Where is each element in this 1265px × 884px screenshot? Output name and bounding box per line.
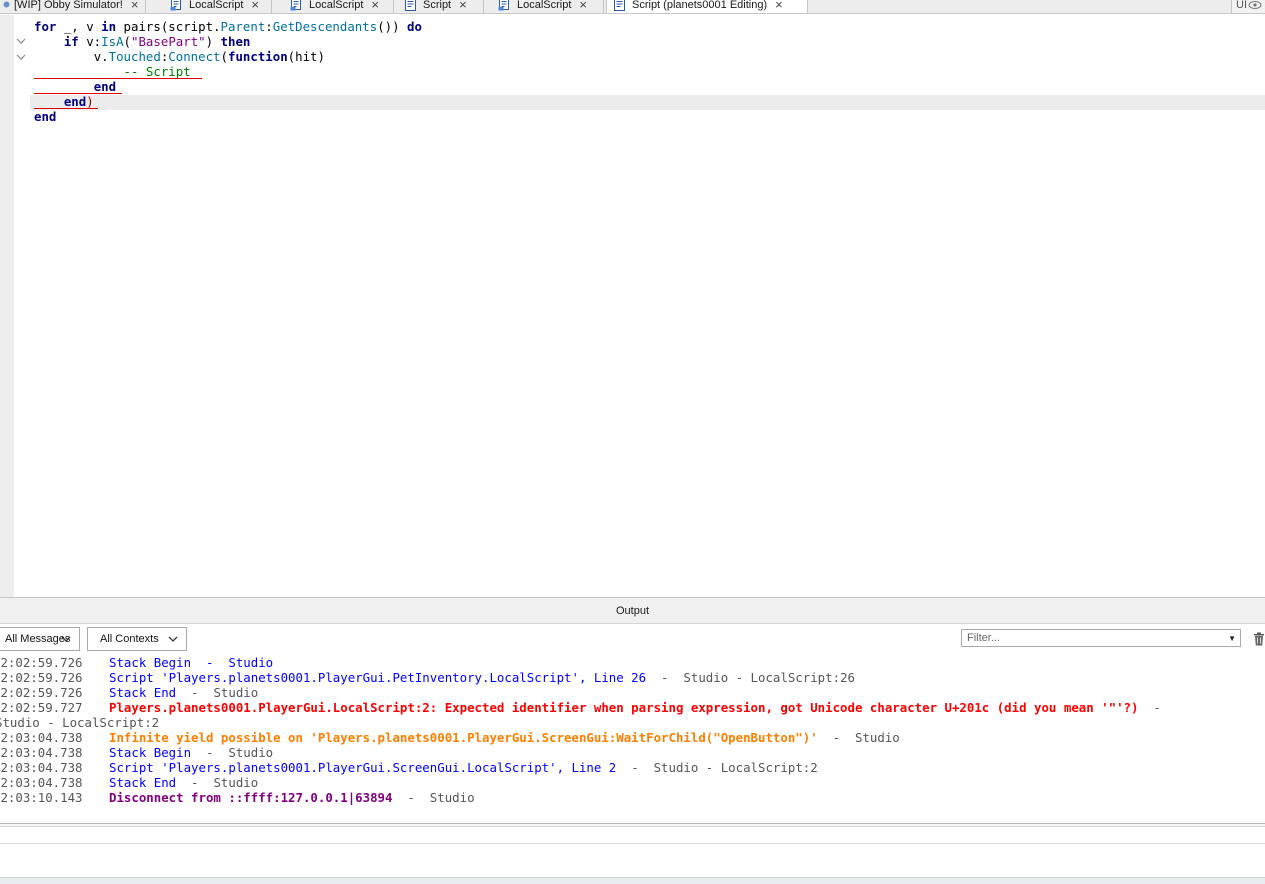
close-icon[interactable]: × [775,0,783,11]
command-bar-input[interactable] [0,843,1265,878]
fold-chevron-icon[interactable] [16,36,26,46]
log-line: 12:03:04.738 Stack End - Studio [0,775,259,790]
output-panel-title: Output [0,597,1265,624]
context-filter-dropdown[interactable]: All Contexts [87,627,187,651]
code-line-3: v.Touched:Connect(function(hit) [93,49,325,64]
close-icon[interactable]: × [459,0,467,11]
fold-gutter [14,15,30,597]
script-icon [404,0,417,11]
tab-label: Script (planets0001 Editing) [632,0,768,11]
log-line: 12:02:59.726 Stack Begin - Studio [0,655,274,670]
chevron-down-icon [168,634,178,644]
panel-splitter[interactable] [0,823,1265,827]
eye-icon[interactable]: UI [1231,0,1265,13]
log-line-warning: 12:03:04.738 Infinite yield possible on '… [0,730,900,745]
chevron-down-icon [61,634,71,644]
dropdown-arrow-icon[interactable]: ▼ [1228,631,1236,647]
log-line: 12:03:04.738 Stack Begin - Studio [0,745,274,760]
code-line-6: end) [34,94,422,109]
local-script-icon [498,0,511,11]
tab-label: LocalScript [517,0,572,11]
tab-script[interactable]: Script × [398,0,484,13]
log-line: 12:02:59.726 Stack End - Studio [0,685,259,700]
close-icon[interactable]: × [131,0,139,11]
tab-localscript-2[interactable]: LocalScript × [284,0,394,13]
code-area[interactable]: for _, v in pairs(script.Parent:GetDesce… [34,19,422,124]
log-line-continuation: Studio - LocalScript:2 [0,715,160,730]
code-line-2: if v:IsA("BasePart") then [63,34,251,49]
code-line-5: end [34,79,422,94]
tab-localscript-1[interactable]: LocalScript × [164,0,272,13]
studio-place-icon [2,0,10,11]
fold-chevron-icon[interactable] [16,52,26,62]
close-icon[interactable]: × [371,0,379,11]
script-tab-bar: [WIP] Obby Simulator! × LocalScript × Lo… [0,0,1265,14]
script-editor[interactable]: for _, v in pairs(script.Parent:GetDesce… [0,15,1265,597]
message-filter-dropdown[interactable]: All Messages [0,627,80,651]
log-line: 12:02:59.726 Script 'Players.planets0001.… [0,670,855,685]
script-icon [613,0,626,11]
local-script-icon [170,0,183,11]
tab-localscript-3[interactable]: LocalScript × [492,0,604,13]
log-line: 12:03:04.738 Script 'Players.planets0001.… [0,760,818,775]
filter-placeholder: Filter... [967,632,1001,644]
code-line-1: for _, v in pairs(script.Parent:GetDesce… [34,19,422,34]
close-icon[interactable]: × [251,0,259,11]
close-icon[interactable]: × [579,0,587,11]
status-bar [0,877,1265,884]
code-line-7: end [34,109,57,124]
filter-input[interactable]: Filter... ▼ [961,629,1241,647]
tab-label: LocalScript [189,0,244,11]
trash-icon[interactable] [1253,632,1265,646]
output-log[interactable]: 12:02:59.726 Stack Begin - Studio 12:02:5… [0,655,1265,823]
tab-script-planets-editing[interactable]: Script (planets0001 Editing) × [606,0,808,13]
ui-label: UI [1236,0,1247,11]
tab-obby-simulator[interactable]: [WIP] Obby Simulator! × [0,0,146,13]
output-toolbar: All Messages All Contexts Filter... ▼ [0,624,1265,654]
code-line-4: -- Script [34,64,422,79]
context-filter-value: All Contexts [100,633,159,645]
log-line-info: 12:03:10.143 Disconnect from ::ffff:127.0… [0,790,475,805]
tab-label: LocalScript [309,0,364,11]
tab-label: [WIP] Obby Simulator! [14,0,123,11]
log-line-error: 12:02:59.727 Players.planets0001.PlayerGu… [0,700,1161,715]
tab-label: Script [423,0,452,11]
breakpoint-gutter[interactable] [0,15,14,597]
local-script-icon [290,0,303,11]
